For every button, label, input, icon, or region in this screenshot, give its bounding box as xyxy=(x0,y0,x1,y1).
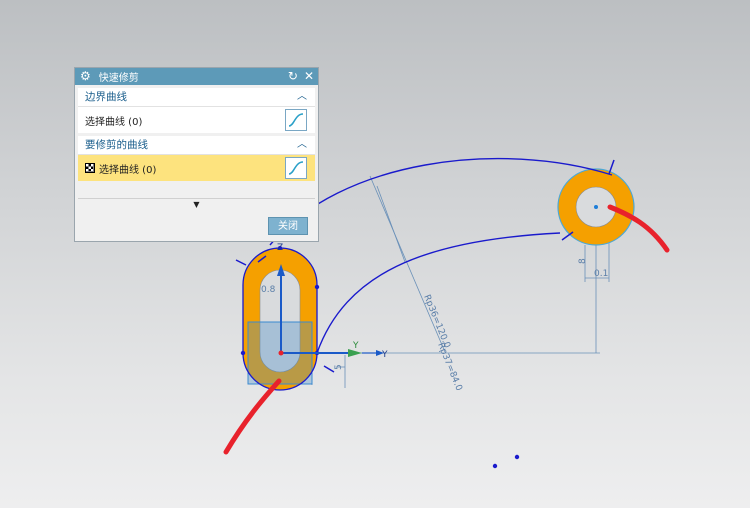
gear-icon[interactable]: ⚙ xyxy=(80,68,91,85)
curve-select-button[interactable] xyxy=(285,109,307,131)
curve-select-button[interactable] xyxy=(285,157,307,179)
chevron-up-icon[interactable]: ︿ xyxy=(297,136,307,154)
boundary-section-title: 边界曲线 xyxy=(85,91,127,103)
dim-radius-84[interactable]: Rp37=84.0 xyxy=(435,341,463,392)
trim-select-row[interactable]: 选择曲线 (0) xyxy=(78,155,315,181)
right-ring-profile[interactable] xyxy=(557,168,635,246)
close-button[interactable]: 关闭 xyxy=(268,217,308,235)
curve-icon xyxy=(288,113,304,127)
reset-icon[interactable]: ↻ xyxy=(288,68,298,85)
close-icon[interactable]: ✕ xyxy=(304,68,314,85)
boundary-curve-section: 边界曲线 ︿ 选择曲线 (0) xyxy=(78,88,315,133)
dim-right-0-1[interactable]: 0.1 xyxy=(594,269,608,279)
dim-small-5[interactable]: 5 xyxy=(334,364,344,370)
boundary-select-label: 选择曲线 (0) xyxy=(85,116,143,128)
boundary-section-header[interactable]: 边界曲线 ︿ xyxy=(78,88,315,107)
dialog-title: 快速修剪 xyxy=(98,73,139,84)
expand-more-button[interactable]: ▼ xyxy=(78,198,315,211)
checkered-flag-icon xyxy=(85,163,95,173)
trim-section-title: 要修剪的曲线 xyxy=(85,139,148,151)
quick-trim-dialog[interactable]: ⚙ 快速修剪 ↻ ✕ 边界曲线 ︿ 选择曲线 (0) 要修剪的曲线 ︿ 选择曲线… xyxy=(74,67,319,242)
boundary-select-row[interactable]: 选择曲线 (0) xyxy=(78,107,315,133)
curve-icon xyxy=(288,161,304,175)
axis-label-z: Z xyxy=(277,243,283,253)
dim-radius-120[interactable]: Rp36=120.0 xyxy=(421,293,452,350)
trim-curve-section: 要修剪的曲线 ︿ 选择曲线 (0) xyxy=(78,136,315,181)
triangle-down-icon: ▼ xyxy=(193,200,200,209)
trim-section-header[interactable]: 要修剪的曲线 ︿ xyxy=(78,136,315,155)
axis-label-y-green: Y xyxy=(352,341,359,351)
dialog-title-bar[interactable]: ⚙ 快速修剪 ↻ ✕ xyxy=(75,68,318,85)
chevron-up-icon[interactable]: ︿ xyxy=(297,88,307,106)
trim-select-label: 选择曲线 (0) xyxy=(99,164,157,176)
axis-label-y: Y xyxy=(381,350,388,360)
dim-right-8[interactable]: 8 xyxy=(578,258,588,264)
dim-left-0-8[interactable]: 0.8 xyxy=(261,285,276,295)
